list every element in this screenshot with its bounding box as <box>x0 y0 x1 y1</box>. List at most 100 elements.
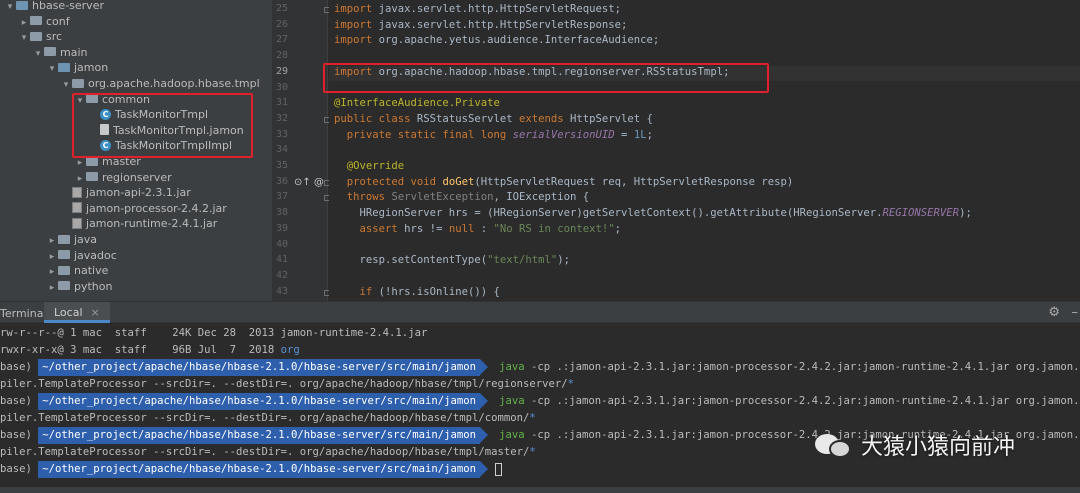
terminal-line: piler.TemplateProcessor --srcDir=. --des… <box>0 444 536 461</box>
tree-item-label: TaskMonitorTmpl <box>115 108 209 122</box>
command-continuation: piler.TemplateProcessor --srcDir=. --des… <box>0 446 300 458</box>
folder-icon <box>58 281 70 291</box>
tree-item[interactable]: jamon-api-2.3.1.jar <box>60 185 191 201</box>
terminal-command-line: base) ~/other_project/apache/hbase/hbase… <box>0 393 1080 410</box>
tree-item-label: python <box>74 279 113 293</box>
tree-item-label: native <box>74 264 109 278</box>
terminal-command-line: base) ~/other_project/apache/hbase/hbase… <box>0 359 1080 376</box>
prompt-path: ~/other_project/apache/hbase/hbase-2.1.0… <box>38 393 488 410</box>
line-number: 39 <box>275 222 288 234</box>
template-path: org/apache/hadoop/hbase/tmpl/master/ <box>299 446 530 458</box>
tree-item[interactable]: ▸ regionserver <box>74 170 172 186</box>
code-line: import org.apache.hadoop.hbase.tmpl.regi… <box>334 65 730 78</box>
wechat-icon <box>815 430 853 460</box>
jar-icon <box>72 186 82 198</box>
terminal-line: rw-r--r--@ 1 mac staff 24K Dec 28 2013 j… <box>0 327 428 339</box>
line-number: 42 <box>275 269 288 281</box>
tree-item[interactable]: ▾ main <box>32 45 88 63</box>
tree-item-label: jamon-runtime-2.4.1.jar <box>86 217 218 231</box>
line-number: 30 <box>275 81 288 93</box>
line-number: 38 <box>275 207 288 219</box>
line-number: 31 <box>275 97 288 109</box>
chevron-down-icon[interactable]: ▾ <box>60 78 72 94</box>
code-line: import org.apache.yetus.audience.Interfa… <box>334 34 660 47</box>
chevron-down-icon[interactable]: ▾ <box>18 31 30 47</box>
folder-icon <box>58 234 70 244</box>
jar-icon <box>72 202 82 214</box>
gear-icon[interactable]: ⚙ <box>1048 305 1060 320</box>
line-number: 43 <box>275 285 288 297</box>
terminal-output[interactable]: rw-r--r--@ 1 mac staff 24K Dec 28 2013 j… <box>0 323 1080 493</box>
terminal-tab-local[interactable]: Local × <box>44 302 110 323</box>
override-marker-icon[interactable]: ⊙↑ @ <box>294 177 324 188</box>
folder-icon <box>30 31 42 41</box>
line-number: 34 <box>275 144 288 156</box>
terminal-text: rwxr-xr-x@ 3 mac staff 96B Jul 7 2018 <box>0 344 281 356</box>
code-line: HRegionServer hrs = (HRegionServer)getSe… <box>334 207 972 220</box>
tree-item[interactable]: ▾ src <box>18 29 62 45</box>
tree-item[interactable]: ▾ common <box>74 92 150 108</box>
package-icon <box>86 172 98 182</box>
chevron-right-icon[interactable]: ▸ <box>46 281 58 297</box>
tree-item[interactable]: ▸ java <box>46 232 97 248</box>
tree-item[interactable]: ▸ conf <box>18 14 70 30</box>
tree-item[interactable]: ▾ jamon <box>46 60 108 76</box>
chevron-down-icon[interactable]: ▾ <box>4 0 16 16</box>
tree-item-label: hbase-server <box>32 0 104 12</box>
tree-item[interactable]: TaskMonitorTmpl.jamon <box>88 123 244 139</box>
tree-item[interactable]: ▾ hbase-server <box>4 0 104 14</box>
prompt-path: ~/other_project/apache/hbase/hbase-2.1.0… <box>38 427 488 444</box>
chevron-down-icon[interactable]: ▾ <box>32 47 44 63</box>
folder-icon <box>58 62 70 72</box>
line-number: 28 <box>275 50 288 62</box>
command-continuation: piler.TemplateProcessor --srcDir=. --des… <box>0 378 300 390</box>
template-path: org/apache/hadoop/hbase/tmpl/regionserve… <box>299 378 568 390</box>
tree-item[interactable]: ▸ native <box>46 263 109 279</box>
tree-item-label: conf <box>46 14 70 28</box>
glob-char: * <box>567 378 575 390</box>
tree-item[interactable]: jamon-processor-2.4.2.jar <box>60 201 227 217</box>
tree-item-label: org.apache.hadoop.hbase.tmpl <box>88 77 260 90</box>
tree-item[interactable]: jamon-runtime-2.4.1.jar <box>60 216 217 232</box>
chevron-down-icon[interactable]: ▾ <box>46 62 58 78</box>
prompt-path: ~/other_project/apache/hbase/hbase-2.1.0… <box>38 461 488 478</box>
class-icon: C <box>100 108 111 120</box>
code-line: @Override <box>346 160 405 172</box>
tree-item[interactable]: C TaskMonitorTmplImpl <box>88 138 232 154</box>
code-line: if (!hrs.isOnline()) { <box>359 285 500 298</box>
class-icon: C <box>100 139 111 151</box>
code-line: import javax.servlet.http.HttpServletReq… <box>334 3 622 15</box>
prompt-prefix: base) <box>0 463 32 475</box>
tree-item[interactable]: ▸ python <box>46 279 113 297</box>
code-line: resp.setContentType("text/html"); <box>334 254 571 267</box>
command-continuation: piler.TemplateProcessor --srcDir=. --des… <box>0 412 300 424</box>
prompt-prefix: base) <box>0 429 32 441</box>
folder-icon <box>16 0 28 10</box>
tree-item[interactable]: ▸ javadoc <box>46 248 117 264</box>
terminal-cursor[interactable] <box>494 462 502 476</box>
tree-item[interactable]: ▾ org.apache.hadoop.hbase.tmpl <box>60 76 260 92</box>
terminal-toolbar: Terminal: Local × ⚙ – <box>0 301 1080 323</box>
code-line: @InterfaceAudience.Private <box>334 97 500 110</box>
chevron-down-icon[interactable]: ▾ <box>74 94 86 110</box>
editor-gutter: ⊙↑ @ 25 26 27 28 29 30 31 32 33 34 35 36 37 38 39 40 41 4… <box>272 0 330 301</box>
code-line: import javax.servlet.http.HttpServletRes… <box>334 18 628 31</box>
folder-icon <box>58 250 70 260</box>
terminal-title: Terminal: <box>0 307 51 320</box>
line-number: 32 <box>275 112 288 124</box>
tree-item-label: java <box>74 233 98 246</box>
code-editor[interactable]: import javax.servlet.http.HttpServletReq… <box>329 0 1080 301</box>
tree-item-label: regionserver <box>102 170 172 184</box>
code-line: assert hrs != null : "No RS in context!"… <box>359 222 622 235</box>
tree-item[interactable]: C TaskMonitorTmpl <box>88 107 208 123</box>
code-line: private static final long serialVersionU… <box>346 128 653 141</box>
line-number: 35 <box>275 160 288 171</box>
minimize-icon[interactable]: – <box>1072 305 1079 320</box>
close-icon[interactable]: × <box>91 306 100 319</box>
tree-item-label: jamon <box>74 61 109 75</box>
folder-icon <box>44 47 56 57</box>
package-icon <box>86 94 98 104</box>
package-icon <box>72 78 84 88</box>
tree-item[interactable]: ▸ master <box>74 154 141 170</box>
command-name: java <box>499 395 525 407</box>
